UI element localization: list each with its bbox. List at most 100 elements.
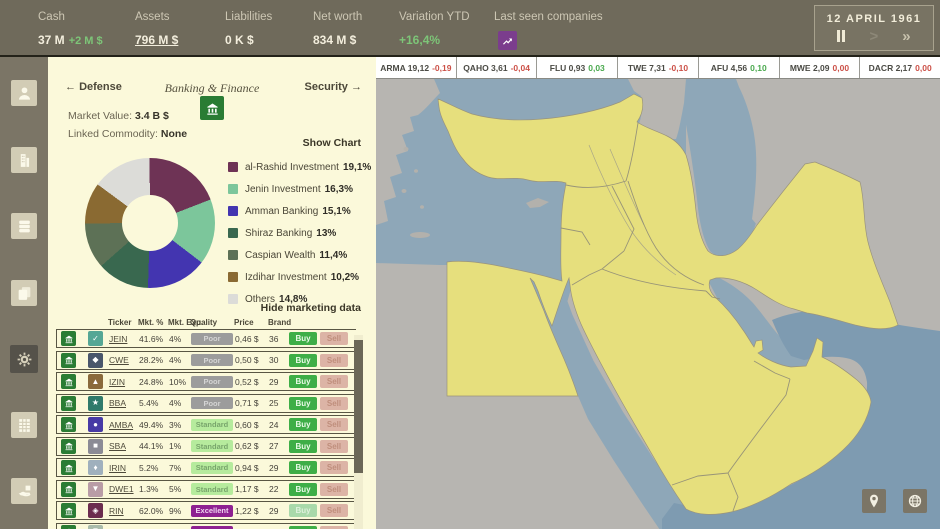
ticker-link[interactable]: CWE [109,355,139,365]
ticker-link[interactable]: IZIN [109,377,139,387]
company-logo-icon[interactable]: ● [88,417,103,432]
company-history-icon[interactable] [498,31,517,50]
price: 0,71 $ [235,398,269,408]
ticker-link[interactable]: RIN [109,506,139,516]
buy-button[interactable]: Buy [289,526,317,529]
ticker-strip-cell[interactable]: ARMA 19,12 -0,19 [376,57,457,78]
fast-forward-button[interactable]: » [902,29,910,44]
ticker-link[interactable]: SBA [109,441,139,451]
buy-button[interactable]: Buy [289,397,317,410]
sidebar-item-building[interactable] [11,147,37,173]
pause-button[interactable] [837,30,845,42]
company-logo-icon[interactable]: ♦ [88,460,103,475]
sell-button[interactable]: Sell [320,461,348,474]
stat-value: 0 K $ [225,33,254,47]
middle-east-map[interactable] [376,79,940,529]
next-sector-tab[interactable]: Security → [305,81,362,93]
legend-percent: 11,4% [319,250,347,261]
bank-icon[interactable] [61,503,76,518]
bank-icon[interactable] [61,482,76,497]
buy-button[interactable]: Buy [289,332,317,345]
ticker-strip-cell[interactable]: DACR 2,17 0,00 [860,57,940,78]
sell-button[interactable]: Sell [320,332,348,345]
bank-icon[interactable] [61,374,76,389]
market-percent: 62.0% [139,506,169,516]
column-header: Quality [190,318,234,327]
ticker-strip-cell[interactable]: FLU 0,93 0,03 [537,57,618,78]
map-region: ARMA 19,12 -0,19 QAHO 3,61 -0,04 FLU 0,9… [376,57,940,529]
company-logo-icon[interactable]: ▼ [88,482,103,497]
buy-button[interactable]: Buy [289,504,317,517]
table-row: ◆ CWE 28.2% 4% Poor 0,50 $ 30 Buy Sell [56,351,356,370]
ticker-strip-cell[interactable]: QAHO 3,61 -0,04 [457,57,538,78]
ticker-strip-cell[interactable]: MWE 2,09 0,00 [780,57,861,78]
table-scrollbar-thumb[interactable] [354,340,363,473]
sidebar-item-person[interactable] [11,80,37,106]
sidebar-item-grid-building[interactable] [11,412,37,438]
ticker-change: -0,10 [669,63,688,73]
company-logo-icon[interactable]: ★ [88,396,103,411]
buy-button[interactable]: Buy [289,483,317,496]
company-logo-icon[interactable]: ◈ [88,503,103,518]
sidebar-item-layers[interactable] [11,213,37,239]
ticker-link[interactable]: AMBA [109,420,139,430]
sell-button[interactable]: Sell [320,483,348,496]
bank-icon[interactable] [61,396,76,411]
play-button[interactable]: > [869,29,878,44]
left-sidebar [0,57,48,529]
price: 0,60 $ [235,420,269,430]
brand: 25 [269,398,287,408]
show-chart-button[interactable]: Show Chart [303,137,361,149]
ticker-link[interactable]: IRIN [109,463,139,473]
company-logo-icon[interactable]: ■ [88,439,103,454]
sidebar-item-documents[interactable] [11,280,37,306]
sell-button[interactable]: Sell [320,418,348,431]
stat: Net worth 834 M $ [313,11,399,52]
price: 0,50 $ [235,355,269,365]
buy-button[interactable]: Buy [289,354,317,367]
quality-badge: Poor [191,397,233,409]
bank-icon[interactable] [61,460,76,475]
ticker-link[interactable]: DWE1 [109,484,139,494]
brand: 36 [269,334,287,344]
bank-icon[interactable] [61,353,76,368]
buy-button[interactable]: Buy [289,418,317,431]
sell-button[interactable]: Sell [320,375,348,388]
company-logo-icon[interactable]: ◆ [88,353,103,368]
ticker-link[interactable]: JEIN [109,334,139,344]
sell-button[interactable]: Sell [320,354,348,367]
globe-icon[interactable] [903,489,927,513]
bank-icon[interactable] [61,525,76,529]
sell-button[interactable]: Sell [320,397,348,410]
sell-button[interactable]: Sell [320,504,348,517]
column-header: Ticker [108,318,138,327]
ticker-link[interactable]: BBA [109,398,139,408]
person-pin-icon[interactable] [862,489,886,513]
sell-button[interactable]: Sell [320,526,348,529]
sidebar-item-gear[interactable] [10,345,38,373]
sidebar-item-trade[interactable] [11,478,37,504]
sell-button[interactable]: Sell [320,440,348,453]
legend-label: Amman Banking [245,206,318,217]
ticker-strip-cell[interactable]: TWE 7,31 -0,10 [618,57,699,78]
company-logo-icon[interactable]: ▲ [88,374,103,389]
ticker-symbol-price: TWE 7,31 [628,63,666,73]
legend-color-swatch [228,228,238,238]
buy-button[interactable]: Buy [289,440,317,453]
quality-badge: Poor [191,354,233,366]
ticker-strip-cell[interactable]: AFU 4,56 0,10 [699,57,780,78]
stat-value: 37 M [38,33,65,47]
company-logo-icon[interactable]: ✓ [88,331,103,346]
buy-button[interactable]: Buy [289,461,317,474]
hide-marketing-data-button[interactable]: Hide marketing data [261,302,361,314]
bank-icon[interactable] [61,417,76,432]
market-expansion: 1% [169,441,191,451]
bank-icon[interactable] [61,439,76,454]
company-logo-icon[interactable]: Ξ [88,525,103,529]
buy-button[interactable]: Buy [289,375,317,388]
bank-icon[interactable] [61,331,76,346]
legend-percent: 13% [316,228,336,239]
stat-delta: +2 M $ [69,35,103,47]
market-percent: 5.4% [139,398,169,408]
stat-value: 796 M $ [135,33,178,47]
